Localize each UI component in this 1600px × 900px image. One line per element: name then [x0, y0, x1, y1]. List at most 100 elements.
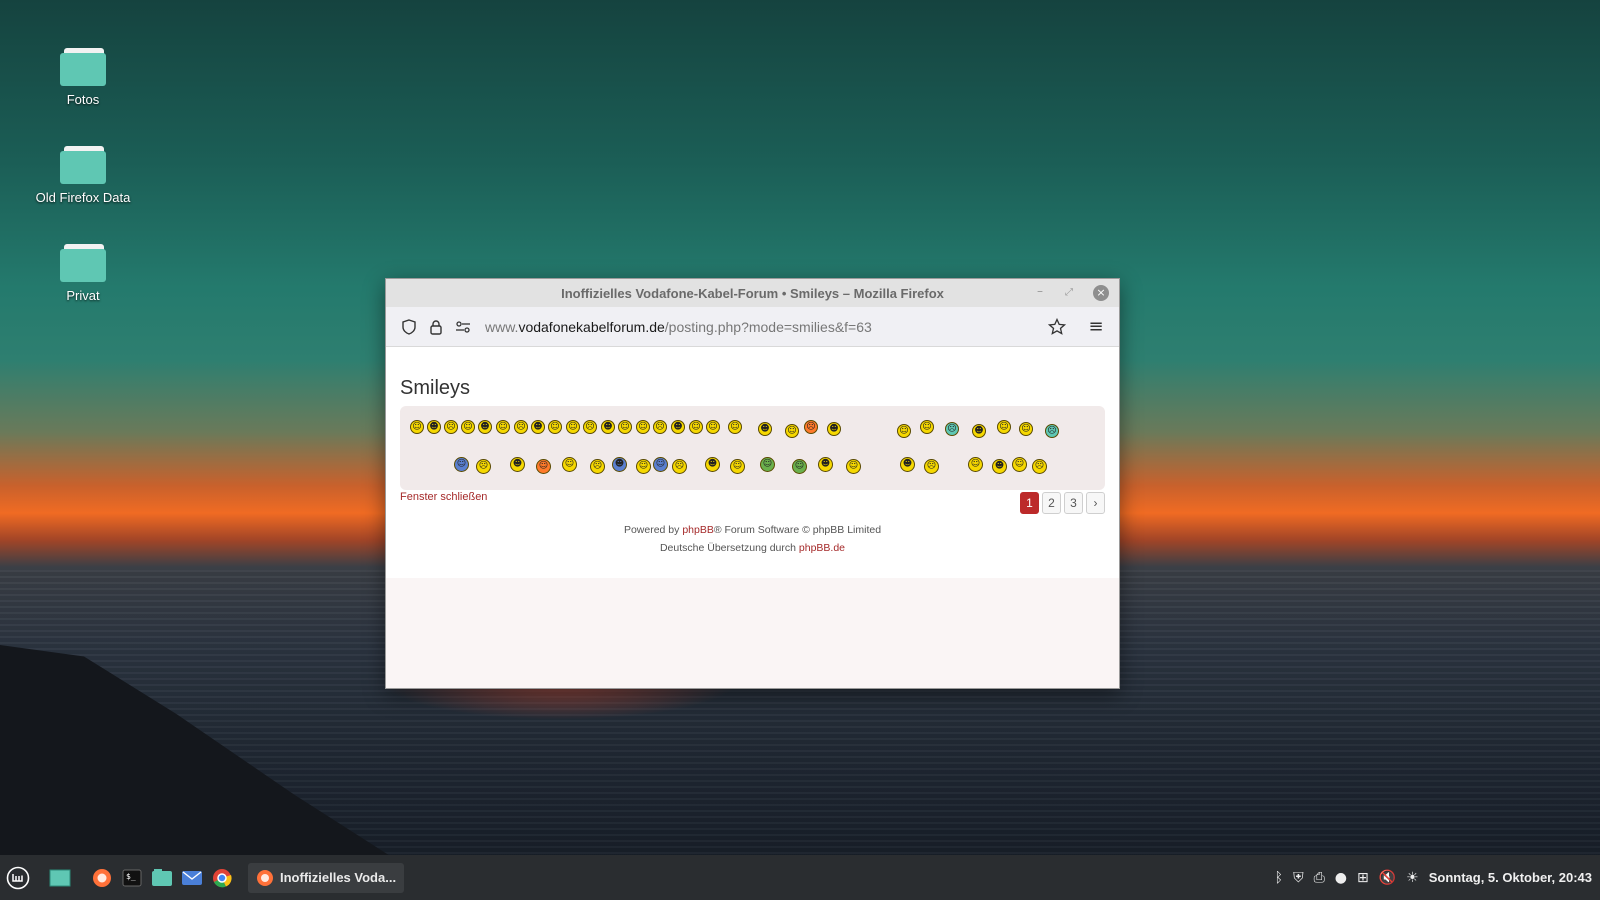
smiley-icon[interactable]: ☻ [972, 424, 986, 438]
phpbb-link[interactable]: phpBB [682, 524, 714, 536]
volume-muted-icon[interactable]: 🔇 [1379, 870, 1396, 886]
phpbb-de-link[interactable]: phpBB.de [799, 542, 845, 554]
show-desktop-icon[interactable] [46, 864, 74, 892]
window-title: Inoffizielles Vodafone-Kabel-Forum • Smi… [561, 285, 944, 301]
mail-icon[interactable] [178, 864, 206, 892]
smiley-icon[interactable]: ☹ [476, 459, 491, 474]
smiley-icon[interactable]: ☺ [968, 457, 983, 472]
smiley-icon[interactable]: ☺ [920, 420, 934, 434]
smiley-icon[interactable]: ☹ [672, 459, 687, 474]
network-icon[interactable]: ⊞ [1357, 870, 1369, 886]
smiley-icon[interactable]: ☹ [514, 420, 528, 434]
smiley-icon[interactable]: ☺ [760, 457, 775, 472]
smiley-icon[interactable]: ☺ [997, 420, 1011, 434]
firefox-window: Inoffizielles Vodafone-Kabel-Forum • Smi… [385, 278, 1120, 689]
smiley-icon[interactable]: ☻ [818, 457, 833, 472]
smiley-icon[interactable]: ☹ [804, 420, 818, 434]
maximize-icon[interactable]: ⤢ [1065, 287, 1073, 298]
chrome-icon[interactable] [208, 864, 236, 892]
smiley-icon[interactable]: ☺ [454, 457, 469, 472]
smiley-icon[interactable]: ☻ [612, 457, 627, 472]
smiley-icon[interactable]: ☹ [590, 459, 605, 474]
smiley-icon[interactable]: ☻ [758, 422, 772, 436]
smiley-icon[interactable]: ☹ [583, 420, 597, 434]
desktop-icon-old-firefox-data[interactable]: Old Firefox Data [18, 146, 148, 205]
hamburger-menu-icon[interactable]: ≡ [1079, 312, 1113, 342]
smiley-icon[interactable]: ☺ [653, 457, 668, 472]
bookmark-star-icon[interactable] [1046, 316, 1068, 338]
smiley-icon[interactable]: ☺ [897, 424, 911, 438]
smiley-icon[interactable]: ☹ [1045, 424, 1059, 438]
smiley-icon[interactable]: ☺ [461, 420, 475, 434]
smiley-icon[interactable]: ☺ [536, 459, 551, 474]
bluetooth-icon[interactable]: ᛒ [1275, 870, 1283, 886]
printer-icon[interactable]: ⎙ [1314, 870, 1325, 886]
smiley-icon[interactable]: ☻ [900, 457, 915, 472]
smiley-icon[interactable]: ☺ [785, 424, 799, 438]
page-footer: Powered by phpBB® Forum Software © phpBB… [386, 521, 1119, 557]
smiley-icon[interactable]: ☻ [827, 422, 841, 436]
permissions-icon[interactable] [452, 316, 474, 338]
minimize-icon[interactable]: – [1037, 284, 1043, 298]
smiley-icon[interactable]: ☺ [846, 459, 861, 474]
smiley-icon[interactable]: ☺ [706, 420, 720, 434]
smiley-icon[interactable]: ☻ [510, 457, 525, 472]
translation-line: Deutsche Übersetzung durch phpBB.de [659, 542, 846, 554]
smiley-icon[interactable]: ☺ [730, 459, 745, 474]
user-icon[interactable]: ● [1335, 870, 1347, 886]
smiley-icon[interactable]: ☹ [945, 422, 959, 436]
smiley-icon[interactable]: ☺ [618, 420, 632, 434]
smiley-icon[interactable]: ☻ [531, 420, 545, 434]
page-button-1[interactable]: 1 [1020, 492, 1039, 514]
smiley-icon[interactable]: ☻ [601, 420, 615, 434]
brightness-icon[interactable]: ☀ [1406, 870, 1419, 886]
smiley-icon[interactable]: ☺ [410, 420, 424, 434]
smiley-icon[interactable]: ☺ [689, 420, 703, 434]
smiley-icon[interactable]: ☺ [636, 459, 651, 474]
terminal-icon[interactable]: $_ [118, 864, 146, 892]
shield-icon[interactable] [398, 316, 420, 338]
mint-menu-icon[interactable] [4, 864, 32, 892]
firefox-launcher-icon[interactable] [88, 864, 116, 892]
page-button-3[interactable]: 3 [1064, 492, 1083, 514]
page-button-2[interactable]: 2 [1042, 492, 1061, 514]
smiley-icon[interactable]: ☺ [1012, 457, 1027, 472]
smiley-icon[interactable]: ☺ [562, 457, 577, 472]
smiley-icon[interactable]: ☻ [992, 459, 1007, 474]
clock[interactable]: Sonntag, 5. Oktober, 20:43 [1429, 870, 1592, 885]
pagination: 1 2 3 › [1020, 492, 1105, 514]
next-page-icon[interactable]: › [1086, 492, 1105, 514]
shield-tray-icon[interactable]: ⛨ [1293, 870, 1304, 886]
window-titlebar[interactable]: Inoffizielles Vodafone-Kabel-Forum • Smi… [386, 279, 1119, 307]
url-bar[interactable]: www.vodafonekabelforum.de/posting.php?mo… [392, 311, 1079, 342]
smiley-icon[interactable]: ☻ [478, 420, 492, 434]
smiley-icon[interactable]: ☹ [653, 420, 667, 434]
smiley-icon[interactable]: ☹ [1032, 459, 1047, 474]
files-icon[interactable] [148, 864, 176, 892]
smiley-icon[interactable]: ☺ [728, 420, 742, 434]
desktop-icon-privat[interactable]: Privat [18, 244, 148, 303]
page-content: Smileys ☺ ☻ ☹ ☺ ☻ ☺ ☹ ☻ ☺ ☺ ☹ ☻ ☺ ☺ ☹ ☻ ☺ ☺ ☺ ☻ ☺ ☹ ☻ ☺ ☺ ☹ ☻ ☺ ☺ ☹ ☺ ☹… [386, 347, 1119, 688]
smiley-icon[interactable]: ☹ [924, 459, 939, 474]
firefox-icon [257, 869, 273, 886]
taskbar: $_ Inoffizielles Voda... ᛒ ⛨ ⎙ ● ⊞ 🔇 ☀ S… [0, 855, 1600, 900]
smiley-icon[interactable]: ☺ [636, 420, 650, 434]
smiley-icon[interactable]: ☺ [566, 420, 580, 434]
taskbar-task-label: Inoffizielles Voda... [280, 870, 397, 885]
smiley-icon[interactable]: ☻ [705, 457, 720, 472]
smiley-icon[interactable]: ☺ [548, 420, 562, 434]
url-text[interactable]: www.vodafonekabelforum.de/posting.php?mo… [485, 319, 1046, 335]
desktop-icon-label: Old Firefox Data [35, 190, 131, 205]
lock-icon[interactable] [425, 316, 447, 338]
smiley-icon[interactable]: ☺ [1019, 422, 1033, 436]
smiley-icon[interactable]: ☺ [496, 420, 510, 434]
close-icon[interactable]: × [1093, 285, 1109, 301]
desktop-icon-fotos[interactable]: Fotos [18, 48, 148, 107]
smiley-icon[interactable]: ☹ [444, 420, 458, 434]
taskbar-task-firefox[interactable]: Inoffizielles Voda... [248, 862, 405, 893]
smiley-icon[interactable]: ☺ [792, 459, 807, 474]
smiley-icon[interactable]: ☻ [671, 420, 685, 434]
smiley-icon[interactable]: ☻ [427, 420, 441, 434]
close-window-link[interactable]: Fenster schließen [400, 491, 487, 503]
folder-icon [60, 146, 106, 184]
